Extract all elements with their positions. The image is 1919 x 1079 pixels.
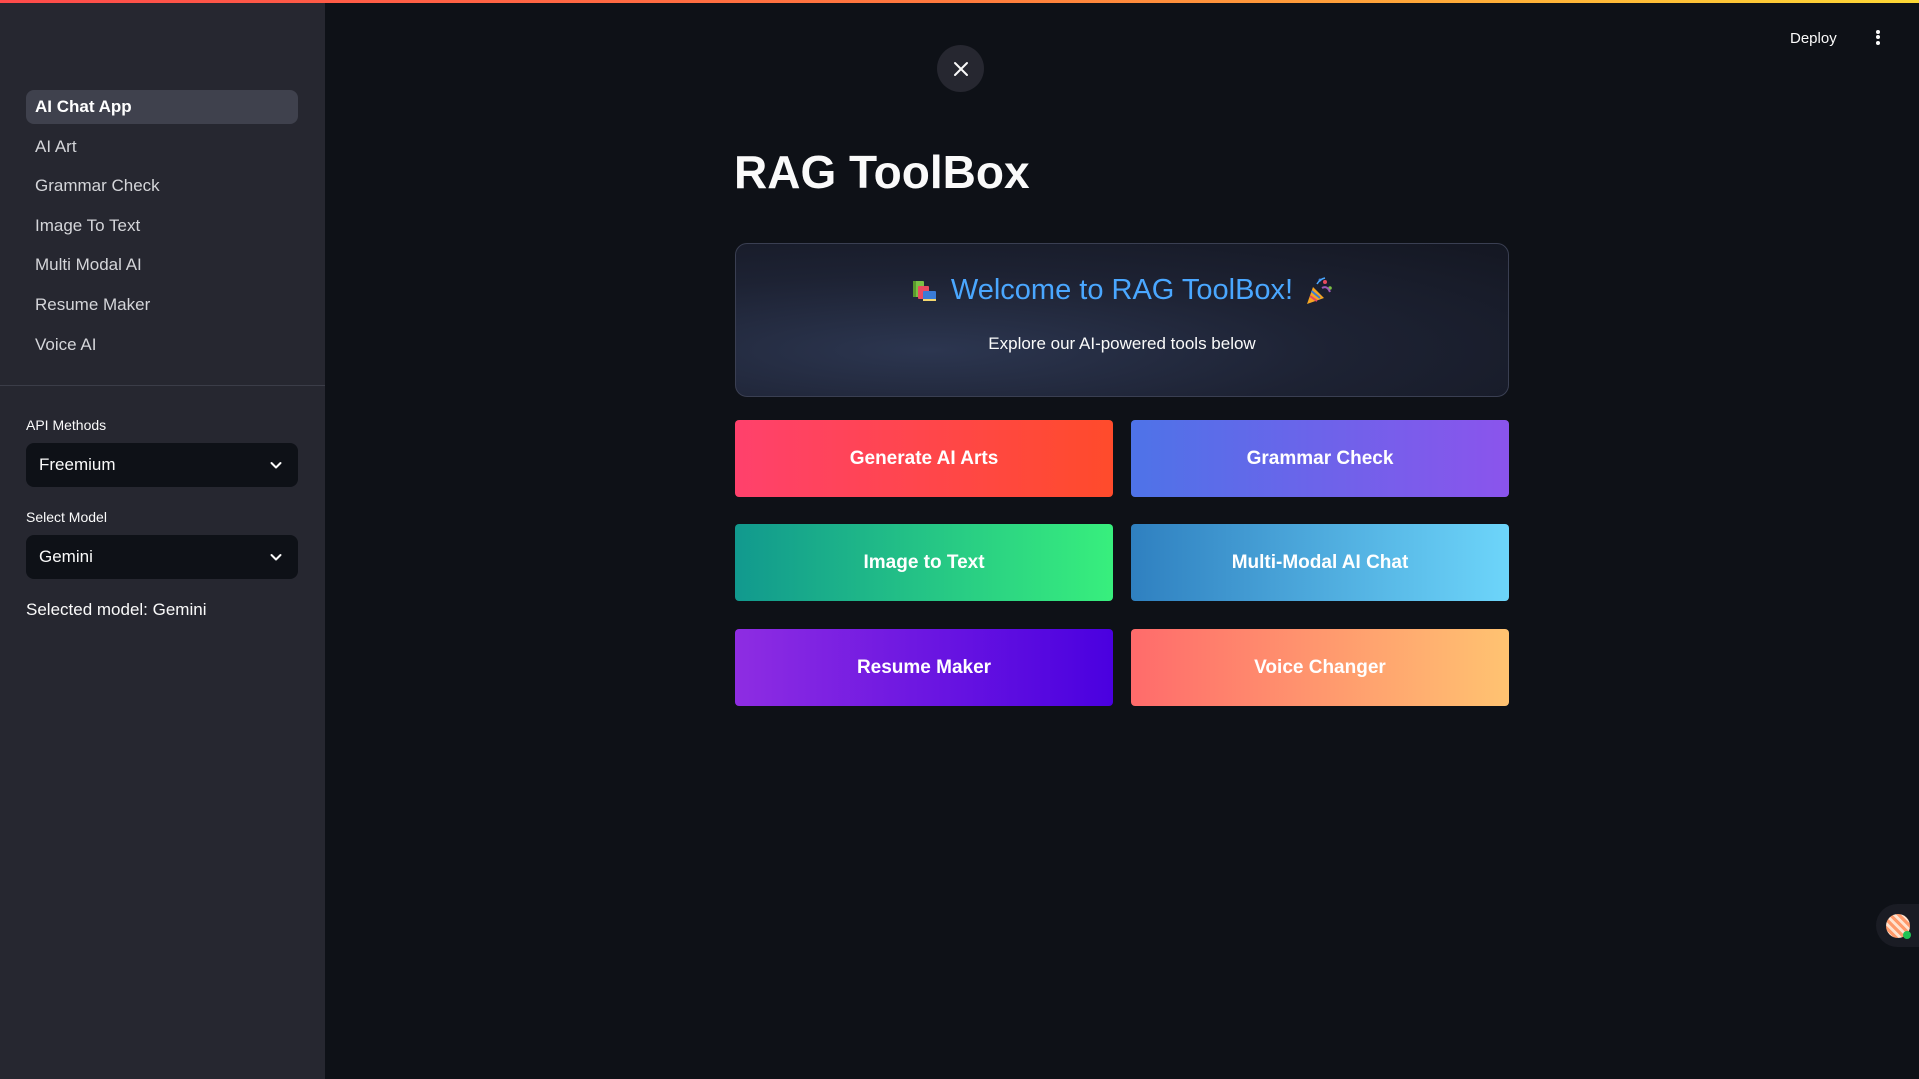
sidebar-divider	[0, 385, 325, 386]
sidebar-nav: AI Chat App AI Art Grammar Check Image T…	[26, 90, 298, 367]
top-decoration-stripe	[0, 0, 1919, 3]
sidebar-item-ai-art[interactable]: AI Art	[26, 130, 298, 164]
sidebar-item-image-to-text[interactable]: Image To Text	[26, 209, 298, 243]
sidebar: AI Chat App AI Art Grammar Check Image T…	[0, 0, 325, 1079]
app-status-widget[interactable]	[1876, 904, 1919, 947]
voice-changer-button[interactable]: Voice Changer	[1131, 629, 1509, 706]
api-methods-value: Freemium	[39, 455, 116, 474]
generate-ai-arts-button[interactable]: Generate AI Arts	[735, 420, 1113, 497]
sidebar-item-ai-chat-app[interactable]: AI Chat App	[26, 90, 298, 124]
online-status-dot	[1903, 931, 1911, 939]
multi-modal-ai-chat-button[interactable]: Multi-Modal AI Chat	[1131, 524, 1509, 601]
sidebar-item-grammar-check[interactable]: Grammar Check	[26, 169, 298, 203]
chevron-down-icon	[270, 554, 282, 561]
close-icon	[953, 61, 968, 76]
main-menu-button[interactable]	[1871, 28, 1885, 50]
welcome-subtitle: Explore our AI-powered tools below	[988, 334, 1256, 353]
party-popper-icon	[1307, 276, 1332, 304]
sidebar-item-voice-ai[interactable]: Voice AI	[26, 328, 298, 362]
deploy-button[interactable]: Deploy	[1790, 30, 1837, 47]
welcome-heading-row: Welcome to RAG ToolBox!	[736, 274, 1508, 307]
page-title: RAG ToolBox	[734, 146, 1030, 198]
more-vertical-icon	[1871, 29, 1885, 45]
select-model-select[interactable]: Gemini	[26, 535, 298, 579]
image-to-text-button[interactable]: Image to Text	[735, 524, 1113, 601]
welcome-card: Welcome to RAG ToolBox! Explore our AI-p…	[735, 243, 1509, 397]
sidebar-item-multi-modal-ai[interactable]: Multi Modal AI	[26, 248, 298, 282]
api-methods-select[interactable]: Freemium	[26, 443, 298, 487]
welcome-heading: Welcome to RAG ToolBox!	[950, 274, 1294, 306]
select-model-value: Gemini	[39, 547, 93, 566]
select-model-label: Select Model	[26, 509, 107, 525]
sidebar-item-resume-maker[interactable]: Resume Maker	[26, 288, 298, 322]
chevron-down-icon	[270, 462, 282, 469]
close-sidebar-button[interactable]	[937, 45, 984, 92]
books-icon	[912, 280, 936, 301]
api-methods-label: API Methods	[26, 417, 107, 433]
grammar-check-button[interactable]: Grammar Check	[1131, 420, 1509, 497]
selected-model-text: Selected model: Gemini	[26, 600, 207, 619]
resume-maker-button[interactable]: Resume Maker	[735, 629, 1113, 706]
